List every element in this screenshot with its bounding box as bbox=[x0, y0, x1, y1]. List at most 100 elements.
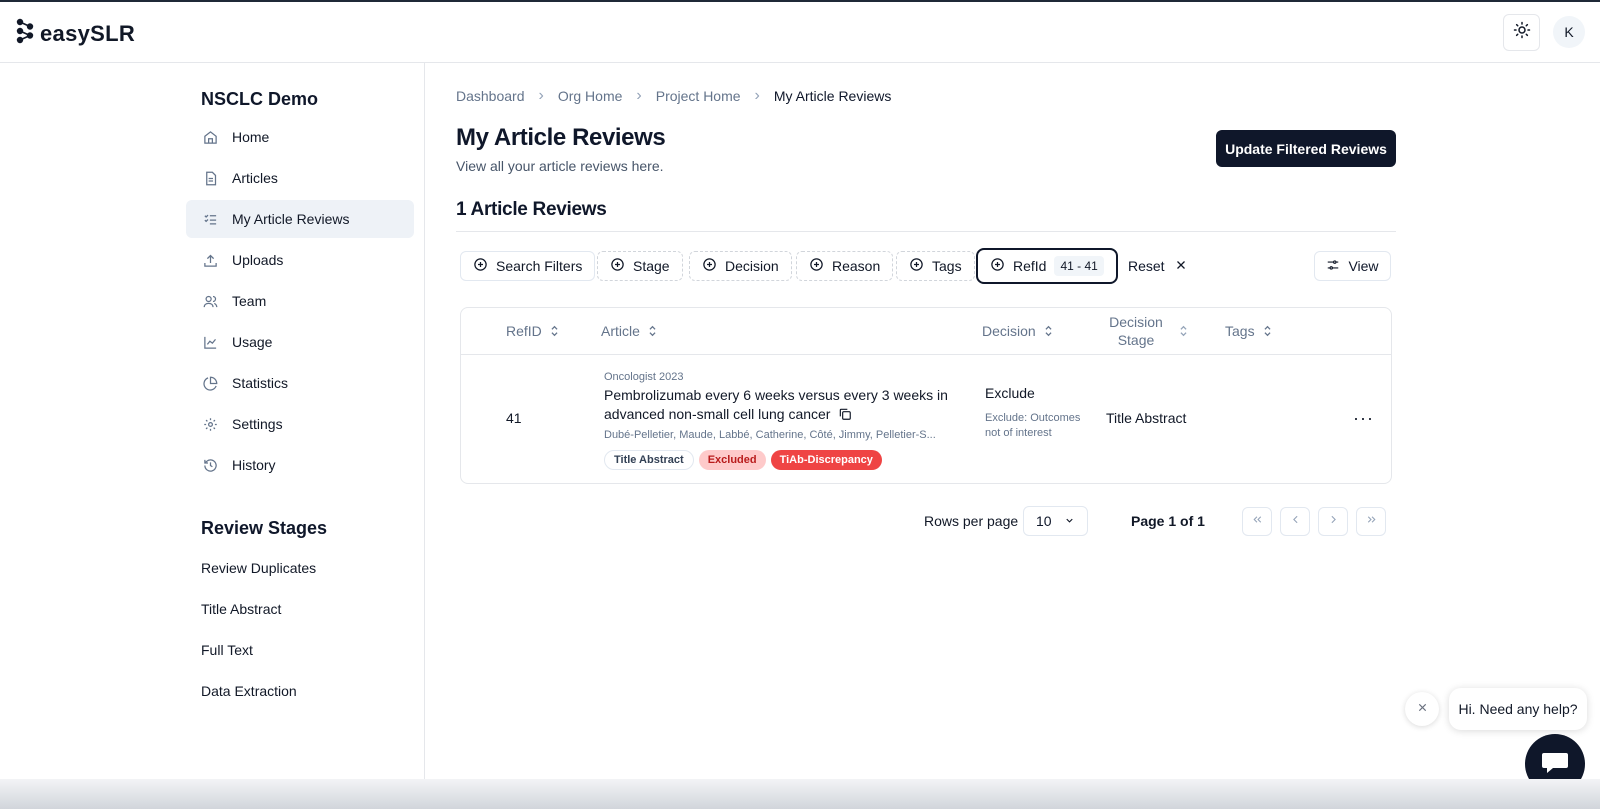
decision-stage-cell: Title Abstract bbox=[1106, 410, 1187, 426]
page-title: My Article Reviews bbox=[456, 124, 666, 151]
column-header-refid[interactable]: RefID bbox=[506, 308, 559, 354]
sidebar-item-label: Team bbox=[232, 293, 267, 309]
sidebar-item-label: Statistics bbox=[232, 375, 289, 391]
previous-page-button[interactable] bbox=[1280, 507, 1310, 536]
page-info: Page 1 of 1 bbox=[1131, 513, 1205, 529]
article-title-text: Pembrolizumab every 6 weeks versus every… bbox=[604, 387, 948, 422]
filter-label: RefId bbox=[1013, 258, 1047, 274]
reviews-table: RefID Article Decision Decision Stage Ta… bbox=[460, 307, 1392, 484]
sidebar-item-label: History bbox=[232, 457, 276, 473]
tag-excluded: Excluded bbox=[698, 450, 766, 470]
decision-cell: Exclude bbox=[985, 385, 1035, 401]
column-header-label: RefID bbox=[506, 323, 542, 339]
stage-link-title-abstract[interactable]: Title Abstract bbox=[201, 601, 281, 617]
history-icon bbox=[202, 457, 218, 473]
rows-per-page-select[interactable]: 10 bbox=[1023, 506, 1088, 536]
article-journal-year: Oncologist 2023 bbox=[604, 371, 684, 383]
avatar[interactable]: K bbox=[1553, 16, 1585, 48]
chevron-right-icon: › bbox=[754, 87, 760, 104]
divider bbox=[461, 354, 1391, 355]
article-title[interactable]: Pembrolizumab every 6 weeks versus every… bbox=[604, 386, 949, 426]
sidebar-item-label: Articles bbox=[232, 170, 278, 186]
breadcrumb-org-home[interactable]: Org Home bbox=[558, 88, 623, 104]
stage-link-full-text[interactable]: Full Text bbox=[201, 642, 253, 658]
tags-filter-button[interactable]: Tags bbox=[896, 251, 975, 281]
sort-icon bbox=[1044, 325, 1053, 337]
logo-text: easySLR bbox=[40, 20, 136, 46]
article-tags: Title Abstract Excluded TiAb-Discrepancy bbox=[604, 450, 882, 470]
sidebar-item-statistics[interactable]: Statistics bbox=[186, 364, 414, 402]
sidebar-item-team[interactable]: Team bbox=[186, 282, 414, 320]
chat-icon bbox=[1540, 749, 1570, 780]
filter-label: Stage bbox=[633, 258, 670, 274]
column-header-article[interactable]: Article bbox=[601, 308, 657, 354]
next-page-button[interactable] bbox=[1318, 507, 1348, 536]
column-header-decision[interactable]: Decision bbox=[982, 308, 1053, 354]
sidebar-item-articles[interactable]: Articles bbox=[186, 159, 414, 197]
first-page-button[interactable] bbox=[1242, 507, 1272, 536]
reviews-count-title: 1 Article Reviews bbox=[456, 199, 607, 220]
stage-link-review-duplicates[interactable]: Review Duplicates bbox=[201, 560, 316, 576]
reason-filter-button[interactable]: Reason bbox=[796, 251, 894, 281]
copy-icon[interactable] bbox=[838, 407, 852, 426]
chevrons-left-icon bbox=[1251, 513, 1264, 531]
sidebar-item-uploads[interactable]: Uploads bbox=[186, 241, 414, 279]
sidebar-item-label: Uploads bbox=[232, 252, 284, 268]
help-bubble[interactable]: Hi. Need any help? bbox=[1449, 688, 1587, 730]
stage-link-data-extraction[interactable]: Data Extraction bbox=[201, 683, 297, 699]
rows-per-page-value: 10 bbox=[1036, 513, 1052, 529]
sidebar-item-label: Usage bbox=[232, 334, 273, 350]
filter-label: Decision bbox=[725, 258, 779, 274]
tag-title-abstract: Title Abstract bbox=[604, 450, 694, 470]
upload-icon bbox=[202, 252, 218, 268]
sort-icon bbox=[1179, 325, 1188, 337]
top-bar: easySLR K bbox=[0, 2, 1600, 63]
chevron-down-icon bbox=[1064, 513, 1075, 529]
breadcrumb: Dashboard › Org Home › Project Home › My… bbox=[456, 87, 891, 105]
refid-range-badge: 41 - 41 bbox=[1054, 256, 1104, 276]
sidebar-item-history[interactable]: History bbox=[186, 446, 414, 484]
chevron-right-icon: › bbox=[538, 87, 544, 104]
filter-label: Tags bbox=[932, 258, 962, 274]
sidebar-item-label: Home bbox=[232, 129, 270, 145]
chevron-left-icon bbox=[1289, 513, 1302, 531]
view-options-button[interactable]: View bbox=[1314, 251, 1391, 281]
sort-icon bbox=[1263, 325, 1272, 337]
close-icon bbox=[1417, 700, 1428, 718]
divider bbox=[456, 231, 1396, 232]
plus-circle-icon bbox=[610, 257, 625, 275]
search-filters-button[interactable]: Search Filters bbox=[460, 251, 596, 281]
refid-filter-button[interactable]: RefId 41 - 41 bbox=[976, 248, 1118, 284]
refid-cell: 41 bbox=[506, 410, 522, 426]
last-page-button[interactable] bbox=[1356, 507, 1386, 536]
update-filtered-reviews-button[interactable]: Update Filtered Reviews bbox=[1216, 130, 1396, 167]
theme-toggle-button[interactable] bbox=[1503, 14, 1540, 51]
column-header-tags[interactable]: Tags bbox=[1225, 308, 1272, 354]
logo[interactable]: easySLR bbox=[16, 18, 135, 49]
breadcrumb-dashboard[interactable]: Dashboard bbox=[456, 88, 525, 104]
gear-icon bbox=[202, 416, 218, 432]
column-header-label: Article bbox=[601, 323, 640, 339]
filter-label: Reason bbox=[832, 258, 881, 274]
sidebar-item-my-article-reviews[interactable]: My Article Reviews bbox=[186, 200, 414, 238]
decision-filter-button[interactable]: Decision bbox=[689, 251, 792, 281]
help-dismiss-button[interactable] bbox=[1405, 692, 1439, 726]
plus-circle-icon bbox=[809, 257, 824, 275]
view-label: View bbox=[1348, 258, 1379, 274]
sidebar-item-usage[interactable]: Usage bbox=[186, 323, 414, 361]
sliders-icon bbox=[1326, 258, 1340, 275]
users-icon bbox=[202, 293, 218, 309]
checklist-icon bbox=[202, 211, 218, 227]
plus-circle-icon bbox=[702, 257, 717, 275]
reset-filters-button[interactable]: Reset bbox=[1128, 253, 1187, 279]
breadcrumb-project-home[interactable]: Project Home bbox=[656, 88, 741, 104]
plus-circle-icon bbox=[909, 257, 924, 275]
column-header-decision-stage[interactable]: Decision Stage bbox=[1101, 308, 1188, 354]
sun-icon bbox=[1513, 21, 1531, 44]
sidebar-item-home[interactable]: Home bbox=[186, 118, 414, 156]
article-authors: Dubé-Pelletier, Maude, Labbé, Catherine,… bbox=[604, 429, 936, 441]
sidebar-item-settings[interactable]: Settings bbox=[186, 405, 414, 443]
row-actions-menu-icon[interactable]: ··· bbox=[1353, 408, 1374, 429]
sidebar-item-label: Settings bbox=[232, 416, 283, 432]
stage-filter-button[interactable]: Stage bbox=[597, 251, 683, 281]
